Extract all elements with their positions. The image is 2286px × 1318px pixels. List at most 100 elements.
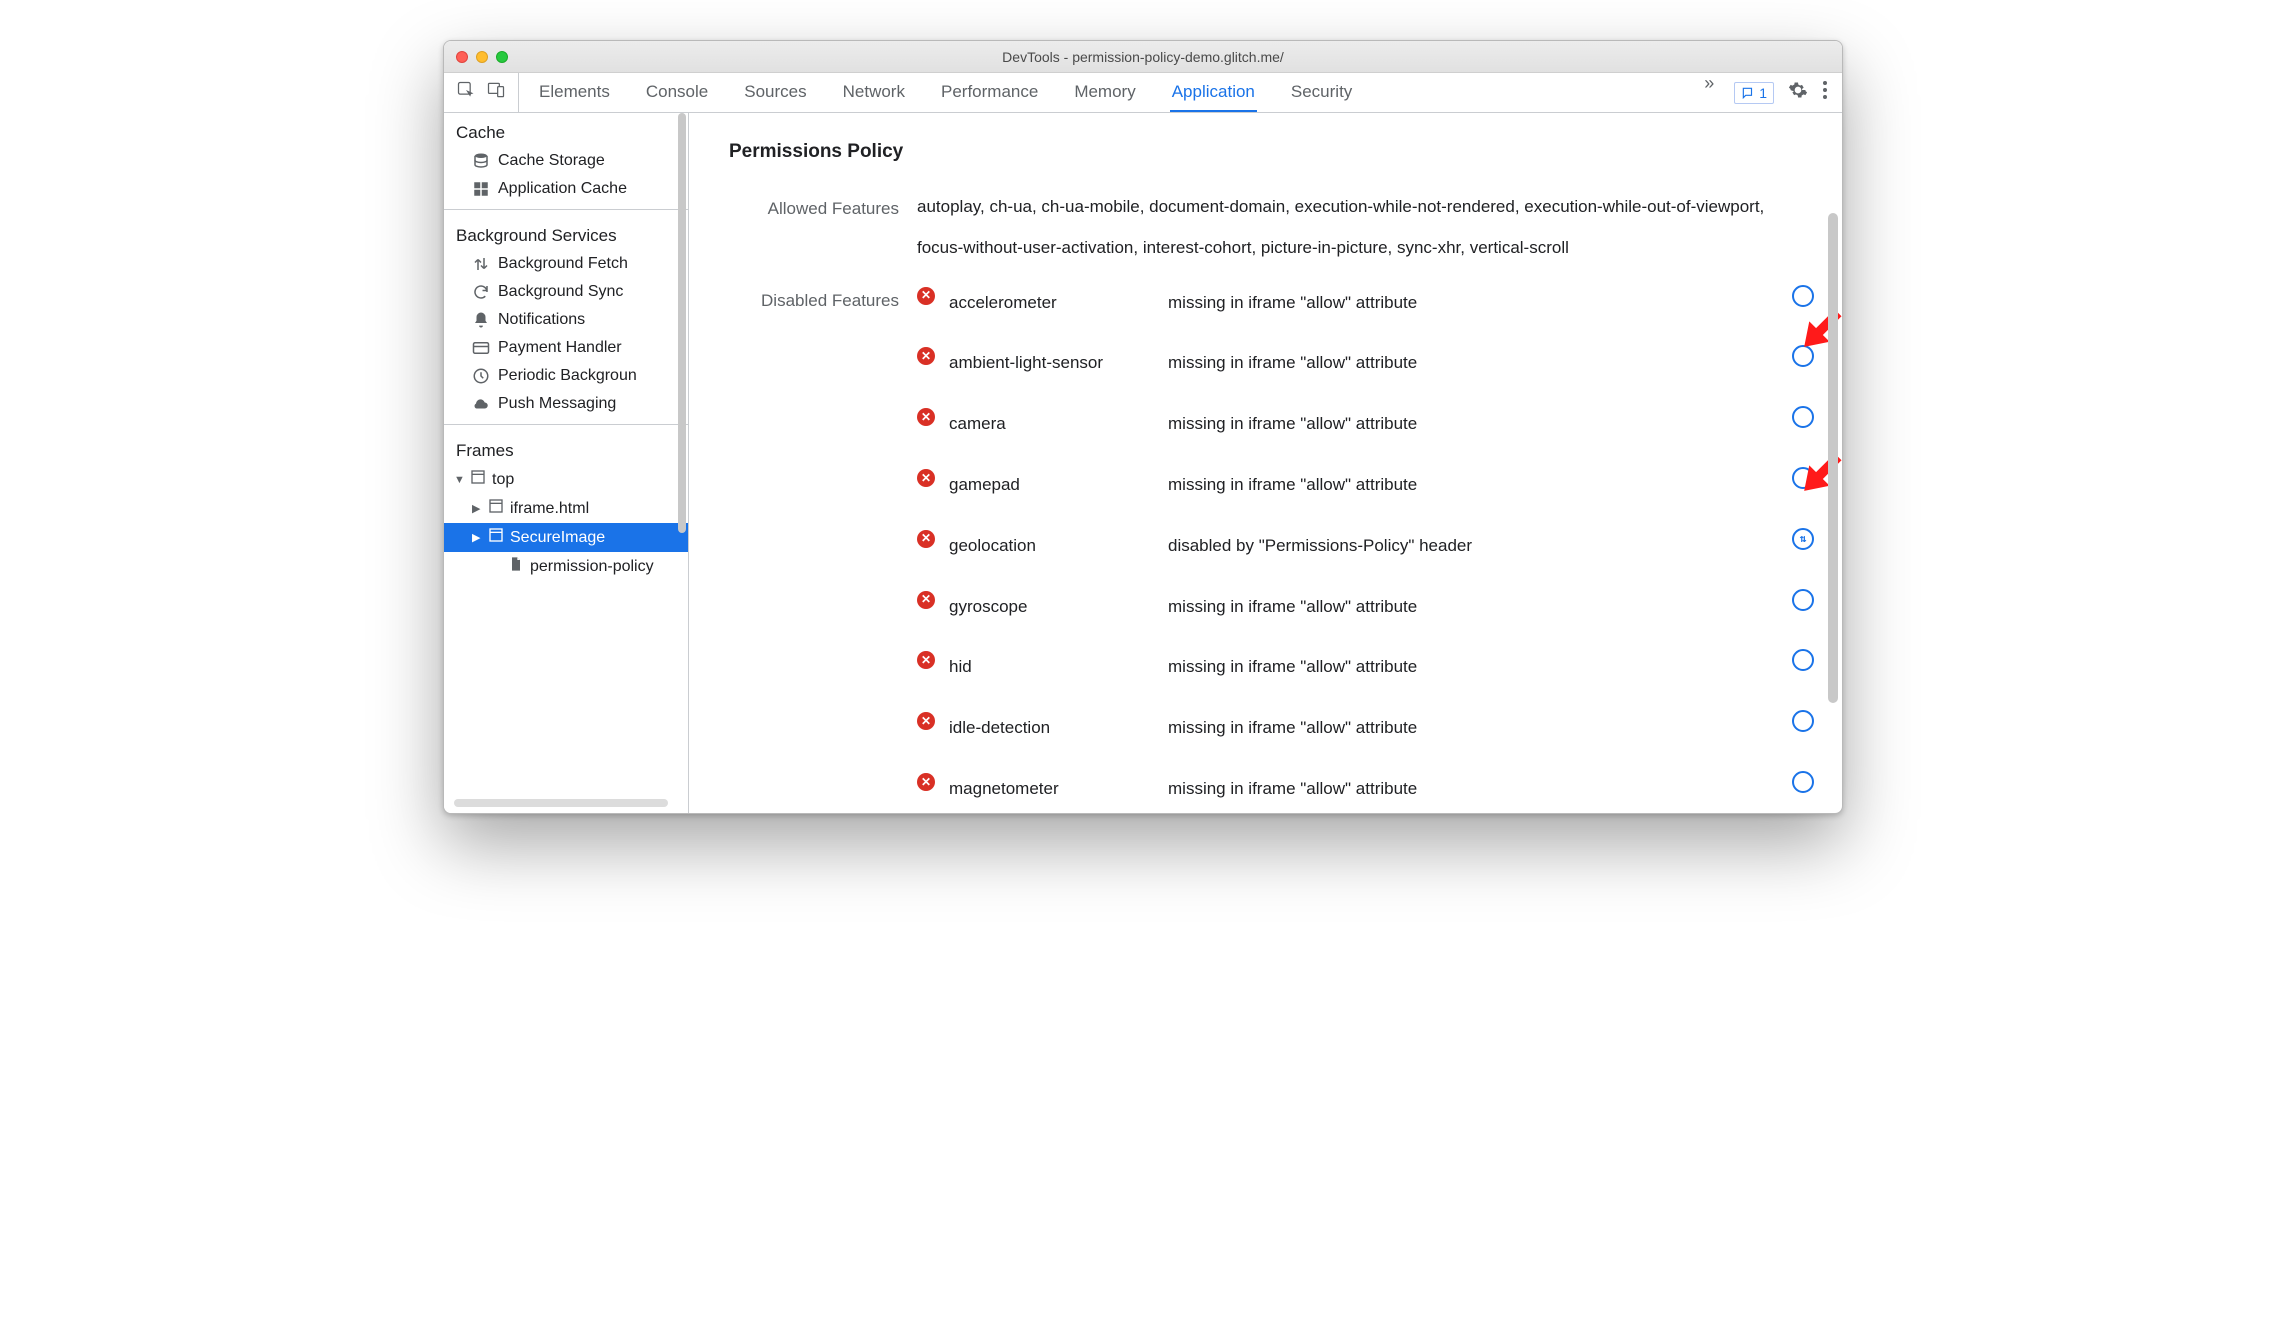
toolbar: Elements Console Sources Network Performance…: [444, 73, 1842, 113]
reveal-source-icon[interactable]: [1792, 710, 1814, 732]
reveal-source-icon[interactable]: [1792, 406, 1814, 428]
sidebar-item-label: Notifications: [498, 311, 585, 329]
tab-performance[interactable]: Performance: [939, 73, 1040, 112]
frame-tree-item[interactable]: ▶ iframe.html: [444, 494, 688, 523]
feature-reason: disabled by "Permissions-Policy" header: [1168, 526, 1778, 567]
feature-name: idle-detection: [949, 708, 1154, 749]
sidebar-item-push-messaging[interactable]: Push Messaging: [444, 390, 688, 418]
sidebar-item-label: Payment Handler: [498, 339, 622, 357]
frame-tree-item[interactable]: ▼ top: [444, 465, 688, 494]
error-icon: ✕: [917, 712, 935, 730]
tab-console[interactable]: Console: [644, 73, 710, 112]
sidebar-item-application-cache[interactable]: Application Cache: [444, 175, 688, 203]
tab-application[interactable]: Application: [1170, 73, 1257, 112]
sidebar-item-payment-handler[interactable]: Payment Handler: [444, 334, 688, 362]
sidebar-item-background-fetch[interactable]: Background Fetch: [444, 250, 688, 278]
sidebar-item-notifications[interactable]: Notifications: [444, 306, 688, 334]
feature-name: camera: [949, 404, 1154, 445]
frame-icon: [470, 469, 486, 490]
sidebar-scrollbar[interactable]: [678, 113, 686, 533]
feature-reason: missing in iframe "allow" attribute: [1168, 708, 1778, 749]
frame-tree-item[interactable]: permission-policy: [444, 552, 688, 581]
frame-tree-item[interactable]: ▶ SecureImage: [444, 523, 688, 552]
tab-memory[interactable]: Memory: [1072, 73, 1137, 112]
settings-icon[interactable]: [1788, 80, 1808, 105]
tab-sources[interactable]: Sources: [742, 73, 808, 112]
card-icon: [472, 339, 490, 357]
sidebar: Cache Cache Storage Application Cache Backg…: [444, 113, 689, 813]
arrows-updown-icon: [472, 255, 490, 273]
reveal-source-icon[interactable]: [1792, 589, 1814, 611]
feature-name: hid: [949, 647, 1154, 688]
feature-reason: missing in iframe "allow" attribute: [1168, 587, 1778, 628]
reveal-network-icon[interactable]: ⇅: [1792, 528, 1814, 550]
error-icon: ✕: [917, 347, 935, 365]
tree-arrow-icon: ▼: [454, 474, 464, 486]
disabled-feature-row: ✕gamepadmissing in iframe "allow" attrib…: [917, 461, 1814, 510]
feature-name: gyroscope: [949, 587, 1154, 628]
error-icon: ✕: [917, 408, 935, 426]
sync-icon: [472, 283, 490, 301]
disabled-feature-row: ✕ idle-detection missing in iframe "allow"…: [917, 704, 1814, 753]
reveal-source-icon[interactable]: [1792, 771, 1814, 793]
error-icon: ✕: [917, 591, 935, 609]
sidebar-item-label: Application Cache: [498, 180, 627, 198]
sidebar-item-label: Background Fetch: [498, 255, 628, 273]
tab-security[interactable]: Security: [1289, 73, 1354, 112]
issues-badge[interactable]: 1: [1734, 82, 1774, 104]
tree-arrow-icon: ▶: [472, 502, 482, 515]
sidebar-section-title: Frames: [444, 431, 688, 465]
sidebar-item-label: Push Messaging: [498, 395, 616, 413]
inspect-icon[interactable]: [456, 80, 476, 105]
reveal-source-icon[interactable]: [1792, 649, 1814, 671]
disabled-feature-row: ✕ gyroscope missing in iframe "allow" attr…: [917, 583, 1814, 632]
tab-network[interactable]: Network: [841, 73, 907, 112]
clock-icon: [472, 367, 490, 385]
feature-reason: missing in iframe "allow" attribute: [1168, 404, 1778, 445]
sidebar-item-background-sync[interactable]: Background Sync: [444, 278, 688, 306]
tree-arrow-icon: ▶: [472, 531, 482, 544]
sidebar-section-title: Cache: [444, 113, 688, 147]
bell-icon: [472, 311, 490, 329]
disabled-feature-row: ✕hidmissing in iframe "allow" attribute: [917, 643, 1814, 692]
disabled-features-label: Disabled Features: [729, 279, 899, 322]
grid-icon: [472, 180, 490, 198]
disabled-feature-row: ✕magnetometermissing in iframe "allow" a…: [917, 765, 1814, 813]
reveal-source-icon[interactable]: [1792, 345, 1814, 367]
window-scrollbar[interactable]: [1828, 213, 1838, 703]
sidebar-item-label: Cache Storage: [498, 152, 605, 170]
tree-item-label: top: [492, 471, 514, 489]
feature-name: ambient-light-sensor: [949, 343, 1154, 384]
frame-filled-icon: [488, 527, 504, 548]
panel-heading: Permissions Policy: [729, 141, 1814, 163]
feature-reason: missing in iframe "allow" attribute: [1168, 647, 1778, 688]
reveal-source-icon[interactable]: [1792, 285, 1814, 307]
device-toggle-icon[interactable]: [486, 80, 506, 105]
more-tabs-icon[interactable]: »: [1698, 73, 1720, 112]
devtools-window: DevTools - permission-policy-demo.glitch…: [443, 40, 1843, 814]
error-icon: ✕: [917, 530, 935, 548]
disabled-feature-row: ✕accelerometermissing in iframe "allow" …: [917, 279, 1814, 328]
disabled-feature-row: ✕ camera missing in iframe "allow" attribu…: [917, 400, 1814, 449]
tree-item-label: permission-policy: [530, 558, 654, 576]
tab-elements[interactable]: Elements: [537, 73, 612, 112]
tree-item-label: iframe.html: [510, 500, 589, 518]
disabled-feature-row: ✕ geolocation disabled by "Permissions-Pol…: [917, 522, 1814, 571]
tree-item-label: SecureImage: [510, 529, 605, 547]
kebab-menu-icon[interactable]: [1822, 80, 1828, 105]
reveal-source-icon[interactable]: [1792, 467, 1814, 489]
sidebar-item-label: Background Sync: [498, 283, 623, 301]
sidebar-item-periodic-backgroun[interactable]: Periodic Backgroun: [444, 362, 688, 390]
sidebar-horiz-scrollbar[interactable]: [454, 799, 668, 807]
feature-reason: missing in iframe "allow" attribute: [1168, 465, 1778, 506]
sidebar-section-title: Background Services: [444, 216, 688, 250]
feature-reason: missing in iframe "allow" attribute: [1168, 769, 1778, 810]
sidebar-item-cache-storage[interactable]: Cache Storage: [444, 147, 688, 175]
feature-name: magnetometer: [949, 769, 1154, 810]
feature-name: geolocation: [949, 526, 1154, 567]
allowed-features-value: autoplay, ch-ua, ch-ua-mobile, document-…: [917, 187, 1814, 269]
feature-reason: missing in iframe "allow" attribute: [1168, 283, 1778, 324]
file-icon: [508, 556, 524, 577]
feature-reason: missing in iframe "allow" attribute: [1168, 343, 1778, 384]
feature-name: accelerometer: [949, 283, 1154, 324]
